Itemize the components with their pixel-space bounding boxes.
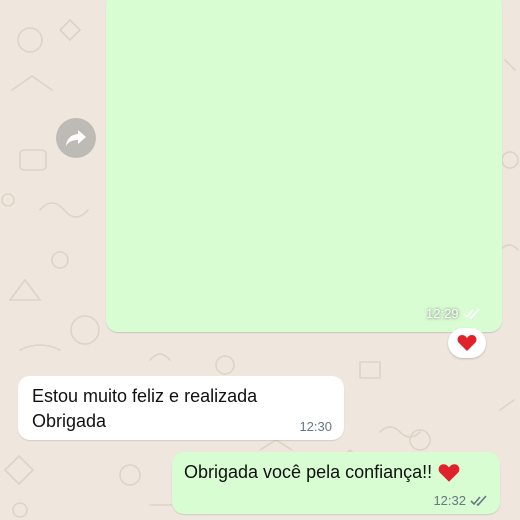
reaction-badge[interactable] xyxy=(448,328,486,358)
double-check-icon xyxy=(462,308,480,319)
incoming-message-text: Estou muito feliz e realizada Obrigada xyxy=(32,384,302,434)
incoming-message-bubble[interactable]: Estou muito feliz e realizada Obrigada 1… xyxy=(18,376,344,440)
double-check-icon xyxy=(470,495,487,506)
image-message-bubble[interactable] xyxy=(106,0,502,332)
outgoing-message-meta: 12:32 xyxy=(433,493,488,508)
outgoing-message-bubble[interactable]: Obrigada você pela confiança!! 12:32 xyxy=(172,452,500,514)
image-message-time: 12:29 xyxy=(426,306,459,321)
heart-icon xyxy=(457,335,477,351)
image-message-meta: 12:29 xyxy=(426,306,481,321)
heart-icon xyxy=(438,463,460,482)
incoming-message-time: 12:30 xyxy=(299,419,332,434)
incoming-message-line2: Obrigada xyxy=(32,411,107,431)
outgoing-message-time: 12:32 xyxy=(433,493,466,508)
forward-arrow-icon xyxy=(66,130,86,146)
incoming-message-line1: Estou muito feliz e realizada xyxy=(32,386,258,406)
outgoing-message-label: Obrigada você pela confiança!! xyxy=(184,462,433,482)
outgoing-message-text: Obrigada você pela confiança!! xyxy=(184,460,460,485)
forward-button[interactable] xyxy=(56,118,96,158)
